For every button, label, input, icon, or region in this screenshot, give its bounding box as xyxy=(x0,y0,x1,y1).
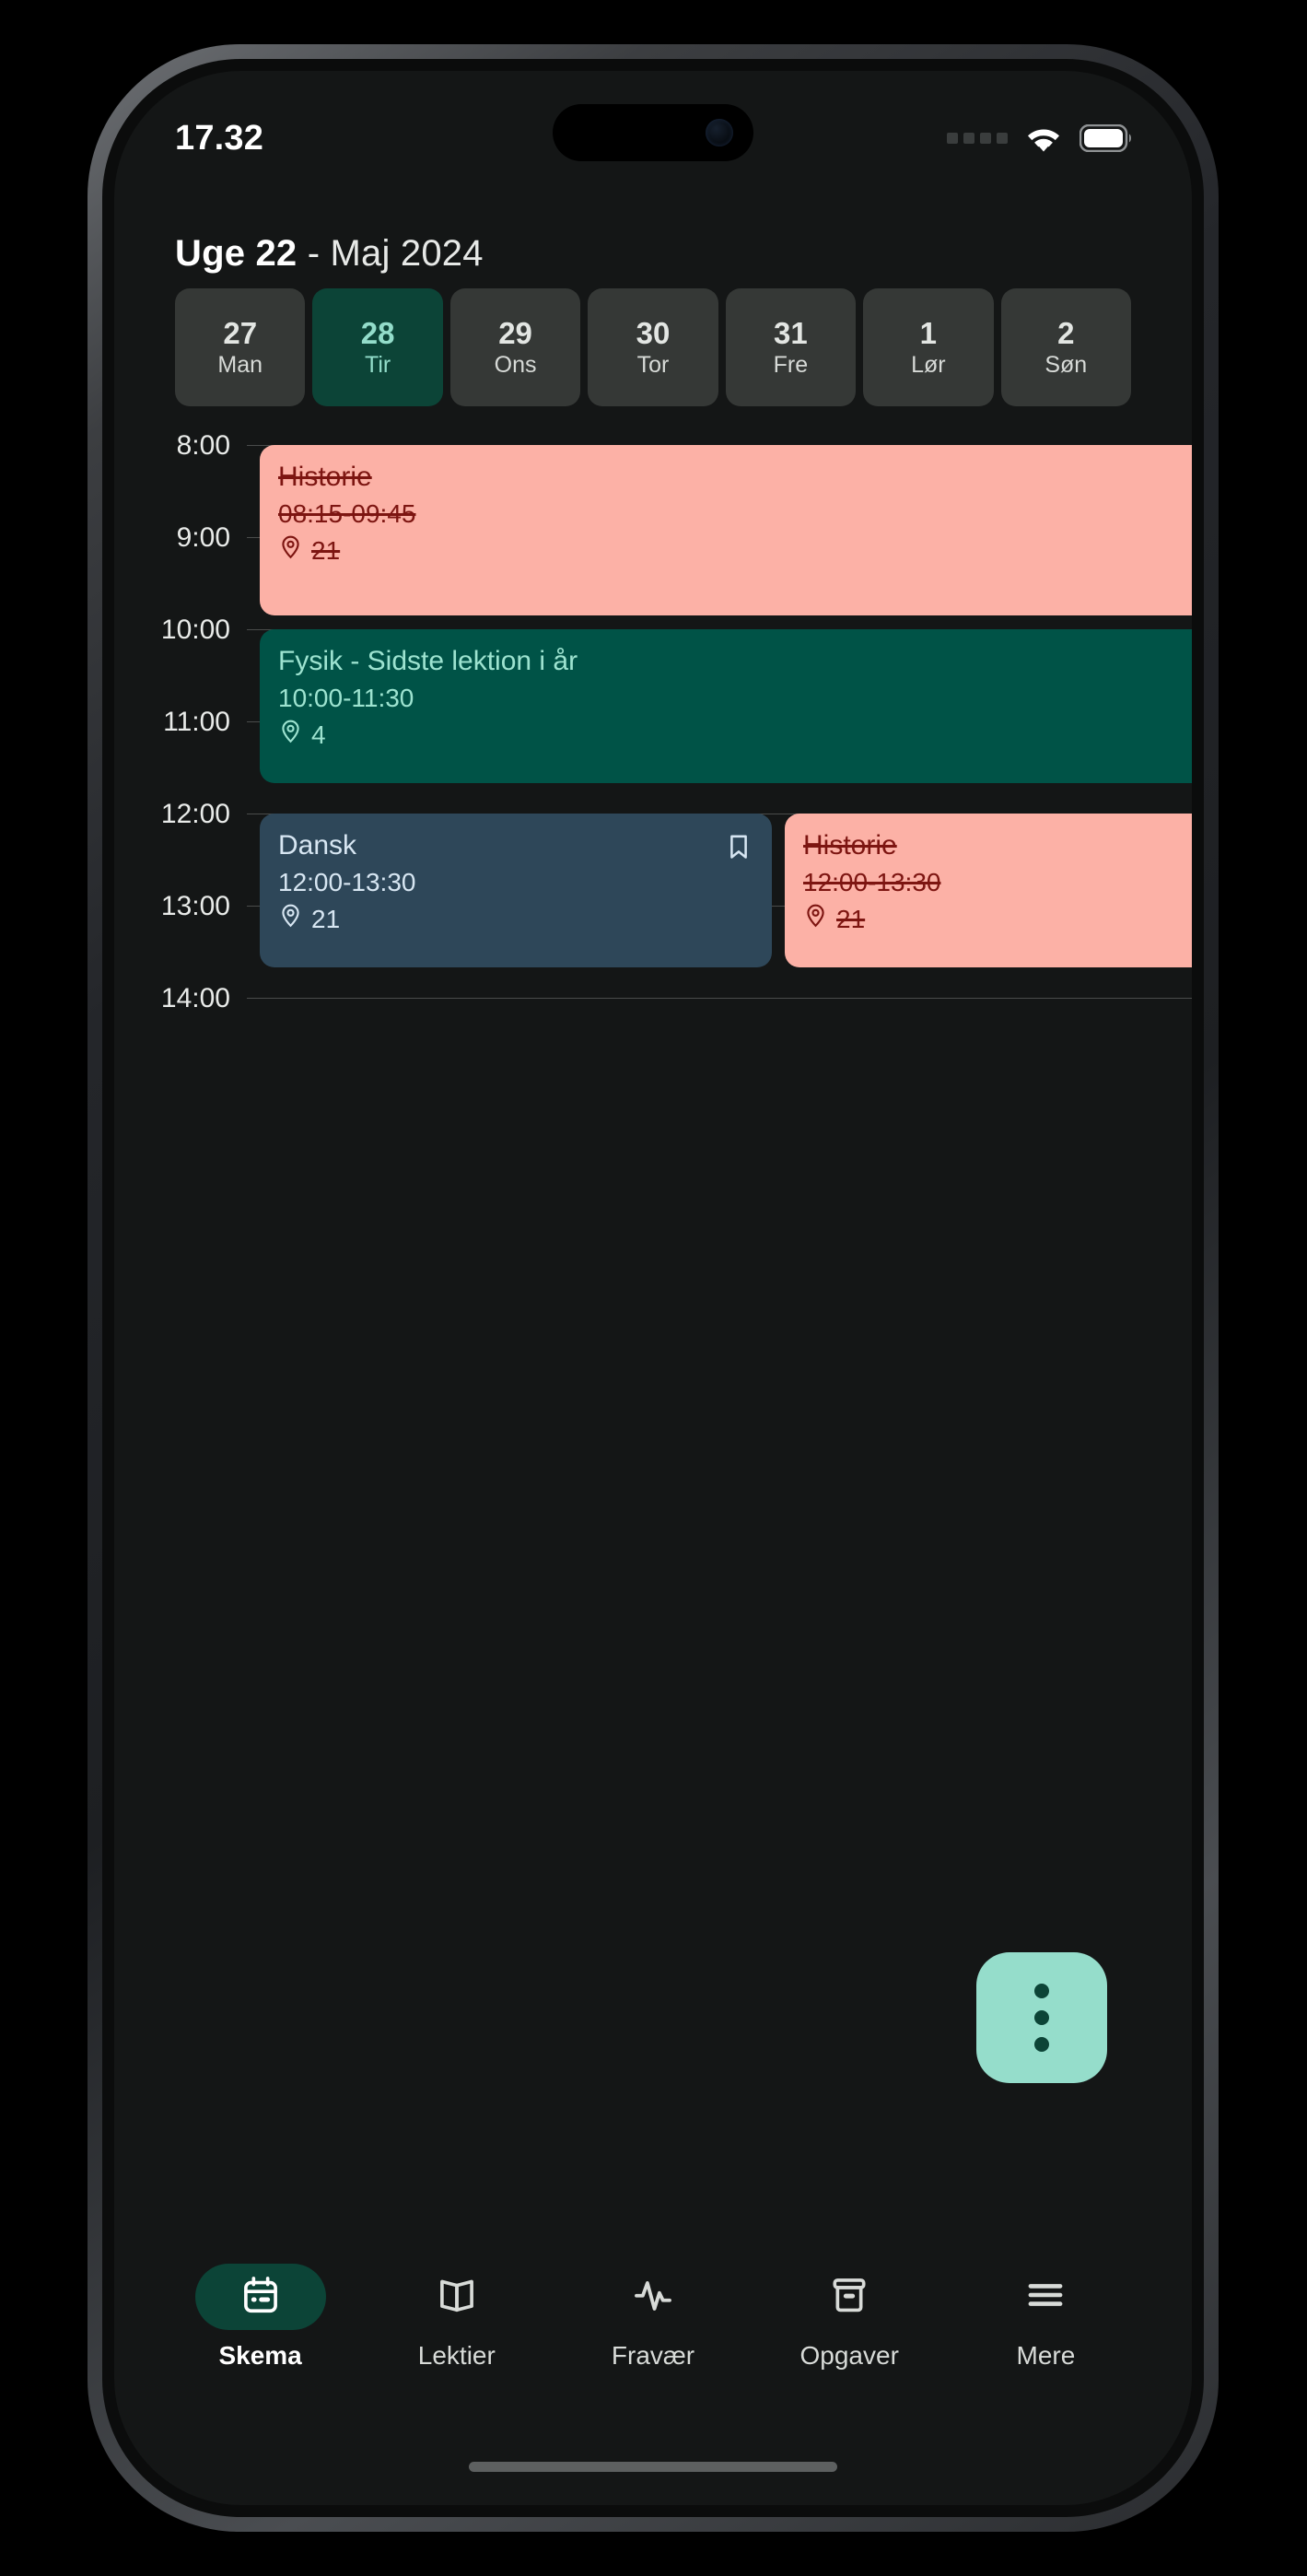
more-options-fab[interactable] xyxy=(976,1952,1107,2083)
event-title: Historie xyxy=(278,462,372,492)
event-location: 21 xyxy=(278,534,1192,567)
day-chip-tir[interactable]: 28 Tir xyxy=(312,288,443,406)
day-chip-lør[interactable]: 1 Lør xyxy=(863,288,994,406)
phone-bezel: 17.32 Uge 22 - Maj 2024 27 Man 28 Tir 29… xyxy=(102,59,1204,2517)
nav-label: Lektier xyxy=(417,2341,496,2370)
event-location-value: 21 xyxy=(311,904,341,933)
archive-box-icon xyxy=(828,2274,870,2321)
day-chip-søn[interactable]: 2 Søn xyxy=(1000,288,1131,406)
status-indicators xyxy=(947,123,1133,154)
day-name: Ons xyxy=(494,352,537,378)
location-pin-icon xyxy=(278,903,303,935)
hour-label: 12:00 xyxy=(160,799,230,829)
event-card[interactable]: Historie 12:00-13:30 21 xyxy=(785,814,1192,967)
event-title: Fysik - Sidste lektion i år xyxy=(278,646,578,676)
month-label: - Maj 2024 xyxy=(307,233,484,274)
location-pin-icon xyxy=(278,534,303,567)
nav-item-fravær[interactable]: Fravær xyxy=(554,2264,751,2371)
day-number: 1 xyxy=(919,316,937,350)
phone-screen: 17.32 Uge 22 - Maj 2024 27 Man 28 Tir 29… xyxy=(114,71,1192,2505)
nav-label: Skema xyxy=(218,2341,302,2370)
wifi-icon xyxy=(1023,123,1064,154)
bottom-navigation[interactable]: Skema Lektier Fravær Opgaver Mere xyxy=(114,2264,1192,2402)
event-location: 21 xyxy=(278,903,724,935)
hour-label: 10:00 xyxy=(160,615,230,645)
hour-label: 14:00 xyxy=(160,983,230,1013)
day-selector[interactable]: 27 Man 28 Tir 29 Ons 30 Tor 31 Fre 1 Lør 2 Søn xyxy=(114,288,1192,406)
day-chip-tor[interactable]: 30 Tor xyxy=(588,288,718,406)
hamburger-menu-icon xyxy=(1024,2274,1067,2321)
activity-pulse-icon xyxy=(632,2274,674,2321)
day-number: 28 xyxy=(360,316,395,350)
more-vertical-icon xyxy=(1034,1984,1049,1998)
dynamic-island xyxy=(553,104,753,161)
day-number: 2 xyxy=(1057,316,1075,350)
calendar-icon xyxy=(239,2274,282,2321)
status-time: 17.32 xyxy=(175,118,264,158)
day-number: 27 xyxy=(223,316,258,350)
nav-item-mere[interactable]: Mere xyxy=(948,2264,1144,2371)
front-camera-icon xyxy=(706,119,733,146)
book-open-icon xyxy=(436,2274,478,2321)
event-location-value: 4 xyxy=(311,720,326,749)
day-name: Tir xyxy=(365,352,391,378)
nav-label: Fravær xyxy=(611,2341,695,2370)
nav-item-skema[interactable]: Skema xyxy=(162,2264,358,2371)
signal-dots-icon xyxy=(947,133,1008,144)
nav-pill xyxy=(784,2264,915,2330)
nav-pill xyxy=(980,2264,1111,2330)
event-location-value: 21 xyxy=(311,535,341,565)
day-name: Tor xyxy=(636,352,670,378)
bookmark-icon[interactable] xyxy=(724,832,753,866)
event-title: Dansk xyxy=(278,830,357,861)
day-chip-fre[interactable]: 31 Fre xyxy=(725,288,857,406)
nav-label: Mere xyxy=(1016,2341,1076,2370)
hour-row: 14:00 xyxy=(114,983,1192,1090)
day-chip-man[interactable]: 27 Man xyxy=(175,288,306,406)
day-chip-ons[interactable]: 29 Ons xyxy=(449,288,581,406)
hour-label: 8:00 xyxy=(176,430,230,461)
day-number: 30 xyxy=(636,316,671,350)
event-time: 10:00-11:30 xyxy=(278,683,414,712)
week-label: Uge 22 xyxy=(175,233,298,274)
event-card[interactable]: Historie 08:15-09:45 21 xyxy=(260,445,1192,615)
hour-label: 13:00 xyxy=(160,891,230,921)
hour-label: 11:00 xyxy=(163,707,230,737)
nav-label: Opgaver xyxy=(799,2341,899,2370)
nav-pill xyxy=(391,2264,522,2330)
day-name: Fre xyxy=(773,352,809,378)
day-name: Man xyxy=(217,352,263,378)
nav-item-lektier[interactable]: Lektier xyxy=(358,2264,554,2371)
day-name: Søn xyxy=(1044,352,1088,378)
event-time: 12:00-13:30 xyxy=(803,867,941,896)
event-status-icons xyxy=(724,830,753,866)
event-title: Historie xyxy=(803,830,897,861)
hour-gridline xyxy=(247,998,1192,999)
location-pin-icon xyxy=(803,903,828,935)
hour-label: 9:00 xyxy=(176,522,230,553)
day-name: Lør xyxy=(911,352,946,378)
nav-item-opgaver[interactable]: Opgaver xyxy=(752,2264,948,2371)
nav-pill xyxy=(588,2264,718,2330)
header: Uge 22 - Maj 2024 xyxy=(114,233,1192,275)
event-location: 21 xyxy=(803,903,1192,935)
day-number: 31 xyxy=(774,316,808,350)
event-card[interactable]: Fysik - Sidste lektion i år 10:00-11:30 … xyxy=(260,629,1192,783)
event-location: 4 xyxy=(278,719,1192,751)
phone-frame: 17.32 Uge 22 - Maj 2024 27 Man 28 Tir 29… xyxy=(88,44,1219,2532)
battery-full-icon xyxy=(1079,124,1133,152)
home-indicator[interactable] xyxy=(469,2462,837,2472)
event-location-value: 21 xyxy=(836,904,866,933)
day-number: 29 xyxy=(498,316,532,350)
event-card[interactable]: Dansk 12:00-13:30 21 xyxy=(260,814,772,967)
event-time: 12:00-13:30 xyxy=(278,867,416,896)
location-pin-icon xyxy=(278,719,303,751)
nav-pill xyxy=(194,2264,326,2330)
event-time: 08:15-09:45 xyxy=(278,498,416,528)
page-title: Uge 22 - Maj 2024 xyxy=(175,233,1131,275)
